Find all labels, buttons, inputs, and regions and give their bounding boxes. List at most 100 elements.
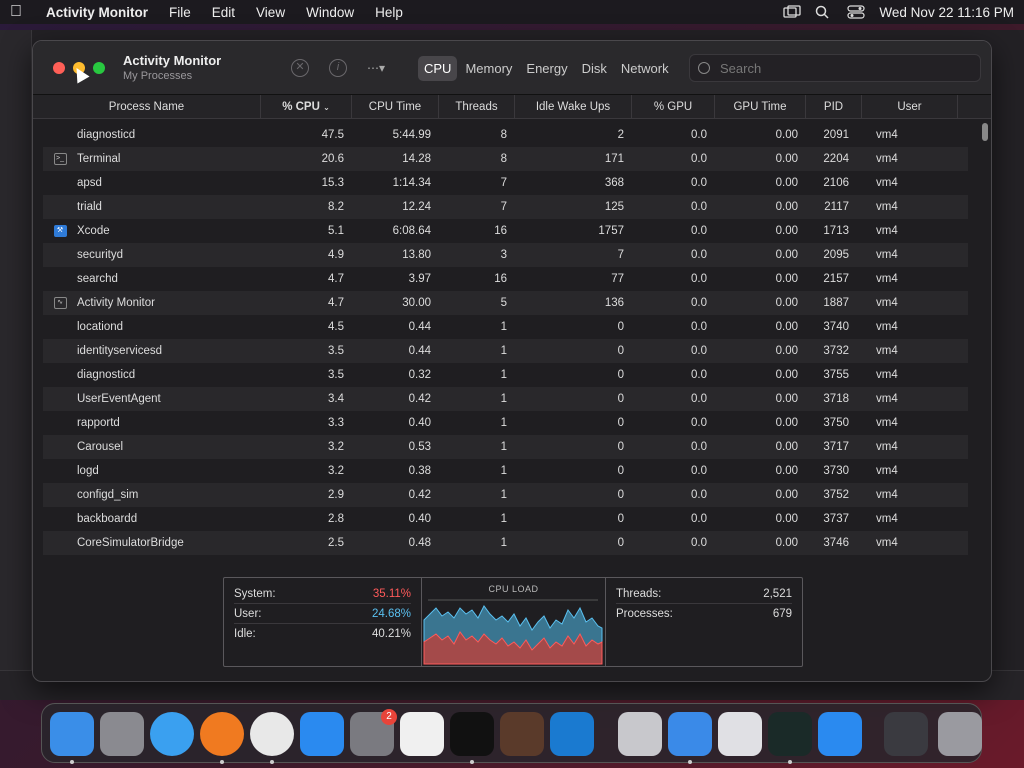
launchpad-icon[interactable] — [100, 712, 144, 756]
table-row[interactable]: ⚒ Xcode 5.1 6:08.64 16 1757 0.0 0.00 1713 vm4 — [43, 219, 968, 243]
cell-pid: 3730 — [823, 465, 849, 477]
row-icon-cell — [43, 435, 77, 459]
trash-icon[interactable] — [938, 712, 982, 756]
table-row[interactable]: diagnosticd 3.5 0.32 1 0 0.0 0.00 3755 vm4 — [43, 363, 968, 387]
cell-pid: 3717 — [823, 441, 849, 453]
cell-wake: 0 — [617, 465, 624, 477]
chrome-icon[interactable] — [250, 712, 294, 756]
cell-cpu: 3.3 — [328, 417, 344, 429]
cell-threads: 16 — [494, 273, 507, 285]
toolbar: Activity Monitor My Processes ✕ i ⋯▾ CPU… — [33, 41, 991, 95]
xcode-icon[interactable] — [668, 712, 712, 756]
window-switcher-icon[interactable] — [783, 5, 802, 19]
col-threads[interactable]: Threads — [439, 95, 515, 119]
tab-network[interactable]: Network — [615, 56, 675, 81]
safari-icon[interactable] — [150, 712, 194, 756]
finder-icon[interactable] — [50, 712, 94, 756]
zoom-button[interactable] — [93, 62, 105, 74]
system-label: System: — [234, 588, 276, 600]
instruments-icon[interactable] — [500, 712, 544, 756]
table-row[interactable]: rapportd 3.3 0.40 1 0 0.0 0.00 3750 vm4 — [43, 411, 968, 435]
menu-view[interactable]: View — [256, 5, 285, 20]
terminal-icon[interactable] — [450, 712, 494, 756]
cell-name: rapportd — [77, 417, 120, 429]
cell-user: vm4 — [876, 345, 898, 357]
table-row[interactable]: searchd 4.7 3.97 16 77 0.0 0.00 2157 vm4 — [43, 267, 968, 291]
cell-gtime: 0.00 — [775, 273, 798, 285]
cell-cpu: 3.2 — [328, 441, 344, 453]
simulator-icon[interactable] — [718, 712, 762, 756]
cell-gtime: 0.00 — [775, 465, 798, 477]
table-row[interactable]: identityservicesd 3.5 0.44 1 0 0.0 0.00 3732 vm4 — [43, 339, 968, 363]
col-pid[interactable]: PID — [806, 95, 862, 119]
app-store-2-icon[interactable] — [818, 712, 862, 756]
table-row[interactable]: logd 3.2 0.38 1 0 0.0 0.00 3730 vm4 — [43, 459, 968, 483]
menu-window[interactable]: Window — [306, 5, 354, 20]
cell-name: configd_sim — [77, 489, 139, 501]
table-row[interactable]: diagnosticd 47.5 5:44.99 8 2 0.0 0.00 2091 vm4 — [43, 123, 968, 147]
table-row[interactable]: CoreSimulatorBridge 2.5 0.48 1 0 0.0 0.00 3746 v… — [43, 531, 968, 555]
tab-energy[interactable]: Energy — [520, 56, 573, 81]
table-row[interactable]: apsd 15.3 1:14.34 7 368 0.0 0.00 2106 vm4 — [43, 171, 968, 195]
tab-cpu[interactable]: CPU — [418, 55, 458, 81]
cell-wake: 1757 — [598, 225, 624, 237]
table-row[interactable]: triald 8.2 12.24 7 125 0.0 0.00 2117 vm4 — [43, 195, 968, 219]
cell-gpu: 0.0 — [691, 441, 707, 453]
menu-help[interactable]: Help — [375, 5, 403, 20]
tab-memory[interactable]: Memory — [459, 56, 518, 81]
cell-name: securityd — [77, 249, 124, 261]
table-row[interactable]: locationd 4.5 0.44 1 0 0.0 0.00 3740 vm4 — [43, 315, 968, 339]
col-cpu-percent[interactable]: % CPU ⌄ — [261, 95, 352, 119]
table-row[interactable]: configd_sim 2.9 0.42 1 0 0.0 0.00 3752 vm4 — [43, 483, 968, 507]
clock[interactable]: Wed Nov 22 11:16 PM — [879, 5, 1014, 20]
col-cpu-time[interactable]: CPU Time — [352, 95, 439, 119]
col-idle-wake-ups[interactable]: Idle Wake Ups — [515, 95, 632, 119]
table-row[interactable]: >_ Terminal 20.6 14.28 8 171 0.0 0.00 2204 vm4 — [43, 147, 968, 171]
notification-badge: 2 — [381, 709, 397, 725]
close-button[interactable] — [53, 62, 65, 74]
menu-edit[interactable]: Edit — [212, 5, 235, 20]
row-icon-cell — [43, 363, 77, 387]
cell-cpu: 47.5 — [321, 129, 344, 141]
tab-disk[interactable]: Disk — [576, 56, 613, 81]
running-indicator — [220, 760, 224, 764]
cell-threads: 1 — [500, 321, 507, 333]
cell-cpu: 8.2 — [328, 201, 344, 213]
col-user[interactable]: User — [862, 95, 958, 119]
firefox-icon[interactable] — [200, 712, 244, 756]
scrollbar[interactable] — [982, 123, 988, 141]
installer-icon[interactable] — [618, 712, 662, 756]
cell-gtime: 0.00 — [775, 225, 798, 237]
apple-menu-icon[interactable]:  — [10, 3, 38, 21]
cell-wake: 0 — [617, 369, 624, 381]
col-process-name[interactable]: Process Name — [33, 95, 261, 119]
cell-name: searchd — [77, 273, 118, 285]
stop-process-icon[interactable]: ✕ — [291, 59, 309, 77]
app-store-icon[interactable] — [300, 712, 344, 756]
spotlight-search-icon[interactable] — [815, 5, 833, 19]
table-row[interactable]: Carousel 3.2 0.53 1 0 0.0 0.00 3717 vm4 — [43, 435, 968, 459]
cell-time: 0.42 — [408, 489, 431, 501]
system-settings-icon[interactable]: 2 — [350, 709, 397, 756]
menu-app-name[interactable]: Activity Monitor — [46, 5, 148, 20]
cell-time: 0.42 — [408, 393, 431, 405]
search-field[interactable]: Search — [689, 54, 981, 82]
control-center-icon[interactable] — [847, 5, 866, 19]
vscode-icon[interactable] — [550, 712, 594, 756]
textedit-icon[interactable] — [400, 712, 444, 756]
cell-cpu: 2.5 — [328, 537, 344, 549]
menu-file[interactable]: File — [169, 5, 191, 20]
col-gpu-time[interactable]: GPU Time — [715, 95, 806, 119]
table-row[interactable]: ∿ Activity Monitor 4.7 30.00 5 136 0.0 0.00 1887… — [43, 291, 968, 315]
row-icon-cell — [43, 123, 77, 147]
info-icon[interactable]: i — [329, 59, 347, 77]
row-icon-cell — [43, 387, 77, 411]
downloads-icon[interactable] — [884, 712, 928, 756]
col-gpu-percent[interactable]: % GPU — [632, 95, 715, 119]
table-row[interactable]: backboardd 2.8 0.40 1 0 0.0 0.00 3737 vm4 — [43, 507, 968, 531]
more-actions-icon[interactable]: ⋯▾ — [367, 61, 385, 75]
table-row[interactable]: UserEventAgent 3.4 0.42 1 0 0.0 0.00 3718 vm4 — [43, 387, 968, 411]
activity-monitor-icon[interactable] — [768, 712, 812, 756]
menu-bar:  Activity Monitor File Edit View Window… — [0, 0, 1024, 24]
table-row[interactable]: securityd 4.9 13.80 3 7 0.0 0.00 2095 vm4 — [43, 243, 968, 267]
